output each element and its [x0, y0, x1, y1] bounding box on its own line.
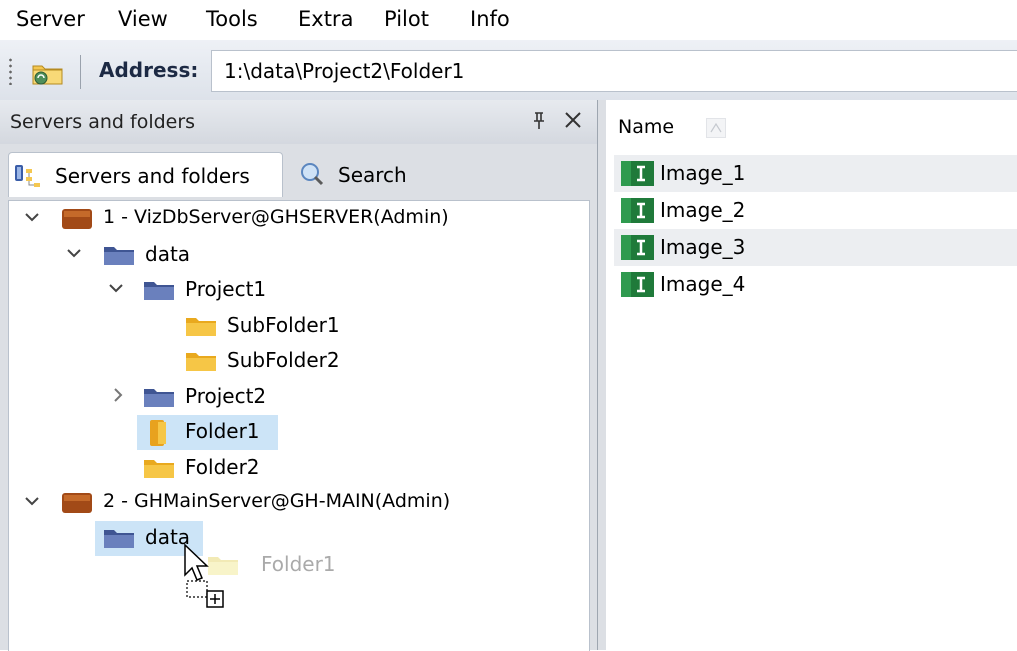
image-file-icon	[621, 161, 654, 186]
open-folder-icon	[147, 419, 173, 451]
menu-extra[interactable]: Extra	[298, 6, 353, 32]
server-icon	[61, 206, 93, 236]
chevron-down-icon[interactable]	[23, 492, 41, 515]
tree-node-label: 1 - VizDbServer@GHSERVER(Admin)	[103, 206, 449, 228]
tab-search-label: Search	[338, 163, 407, 187]
file-list: Name Image_1 Image_2 Image_3 Image_4	[606, 100, 1017, 650]
tree-node-label: data	[145, 242, 191, 266]
menu-info[interactable]: Info	[470, 6, 510, 32]
folder-icon	[185, 314, 217, 342]
database-folder-icon	[103, 526, 135, 554]
menu-server[interactable]: Server	[16, 6, 85, 32]
folder-icon	[185, 349, 217, 377]
tree-node-label: SubFolder2	[227, 348, 340, 372]
list-item-label: Image_3	[660, 235, 746, 259]
close-pane-icon[interactable]	[560, 105, 586, 133]
chevron-down-icon[interactable]	[107, 279, 125, 302]
list-item-image-4[interactable]: Image_4	[614, 266, 1017, 303]
tree-node-subfolder1[interactable]: SubFolder1	[9, 310, 529, 342]
toolbar-separator	[80, 55, 81, 89]
pin-icon[interactable]	[528, 110, 550, 132]
servers-folders-pane: Servers and folders Servers and folders	[0, 100, 598, 651]
image-file-icon	[621, 235, 654, 260]
content-pane: Name Image_1 Image_2 Image_3 Image_4	[598, 100, 1017, 650]
tab-servers-folders[interactable]: Servers and folders	[8, 152, 283, 197]
folder-icon	[143, 456, 175, 484]
drag-copy-cursor-icon	[181, 541, 231, 613]
menu-bar: Server View Tools Extra Pilot Info	[0, 0, 1017, 40]
menu-pilot[interactable]: Pilot	[384, 6, 429, 32]
list-item-label: Image_4	[660, 272, 746, 296]
toolbar-grip[interactable]	[9, 57, 12, 85]
drag-ghost-label: Folder1	[261, 552, 336, 576]
drag-ghost-folder: Folder1	[207, 549, 387, 581]
image-file-icon	[621, 198, 654, 223]
server-connect-icon[interactable]	[29, 56, 67, 88]
tree-node-project1[interactable]: Project1	[9, 274, 529, 306]
column-name-label: Name	[618, 116, 675, 138]
folder-tree: 1 - VizDbServer@GHSERVER(Admin) data Pro…	[8, 200, 590, 651]
tree-node-server-2[interactable]: 2 - GHMainServer@GH-MAIN(Admin)	[9, 487, 569, 519]
column-header-name[interactable]: Name	[606, 100, 1017, 154]
tree-node-folder1[interactable]: Folder1	[9, 416, 529, 448]
tree-node-project2[interactable]: Project2	[9, 381, 529, 413]
address-value: 1:\data\Project2\Folder1	[224, 59, 465, 83]
chevron-down-icon[interactable]	[23, 208, 41, 231]
menu-tools[interactable]: Tools	[206, 6, 258, 32]
sort-ascending-icon[interactable]	[706, 118, 726, 138]
list-item-label: Image_1	[660, 161, 746, 185]
database-folder-icon	[143, 385, 175, 413]
menu-view[interactable]: View	[118, 6, 168, 32]
server-icon	[61, 490, 93, 520]
tree-node-label: 2 - GHMainServer@GH-MAIN(Admin)	[103, 490, 451, 512]
image-file-icon	[621, 272, 654, 297]
chevron-right-icon[interactable]	[109, 386, 127, 409]
address-label: Address:	[99, 58, 199, 82]
tree-node-data-1[interactable]: data	[9, 239, 529, 271]
list-item-image-1[interactable]: Image_1	[614, 155, 1017, 192]
tree-node-folder2[interactable]: Folder2	[9, 452, 529, 484]
address-field[interactable]: 1:\data\Project2\Folder1	[211, 50, 1017, 92]
list-item-image-3[interactable]: Image_3	[614, 229, 1017, 266]
database-folder-icon	[103, 243, 135, 271]
tree-node-subfolder2[interactable]: SubFolder2	[9, 345, 529, 377]
servers-tree-icon	[14, 163, 42, 193]
pane-header: Servers and folders	[0, 100, 597, 144]
tree-node-server-1[interactable]: 1 - VizDbServer@GHSERVER(Admin)	[9, 203, 529, 235]
tab-search[interactable]: Search	[292, 152, 422, 196]
tree-node-label: Folder1	[185, 419, 260, 443]
tree-node-label: SubFolder1	[227, 313, 340, 337]
chevron-down-icon[interactable]	[65, 244, 83, 267]
tree-node-label: Folder2	[185, 455, 260, 479]
tab-servers-folders-label: Servers and folders	[55, 164, 250, 188]
list-item-image-2[interactable]: Image_2	[614, 192, 1017, 229]
list-item-label: Image_2	[660, 198, 746, 222]
tree-node-label: Project1	[185, 277, 267, 301]
pane-title: Servers and folders	[10, 111, 196, 133]
tree-node-label: Project2	[185, 384, 267, 408]
database-folder-icon	[143, 278, 175, 306]
search-icon	[298, 160, 326, 192]
tab-strip: Servers and folders Search	[0, 144, 597, 198]
